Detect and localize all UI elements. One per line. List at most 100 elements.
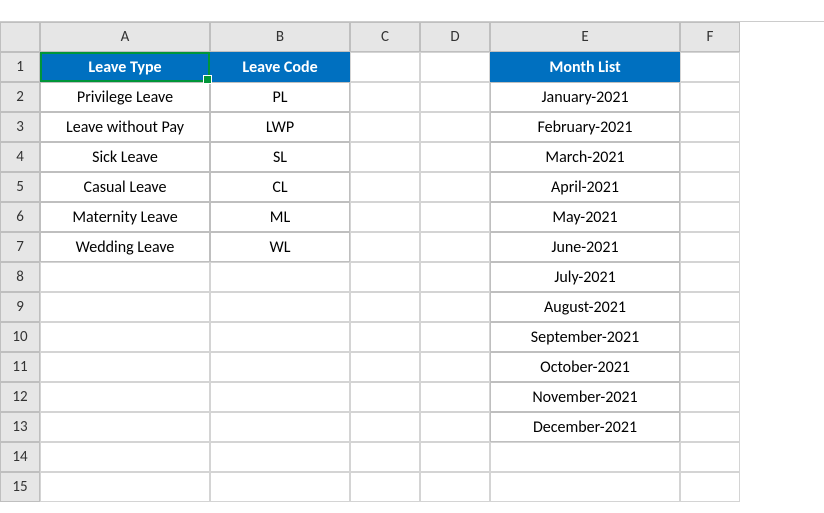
- cell-c14[interactable]: [350, 442, 420, 472]
- cell-f8[interactable]: [680, 262, 740, 292]
- cell-d2[interactable]: [420, 82, 490, 112]
- cell-d15[interactable]: [420, 472, 490, 502]
- row-header-2[interactable]: 2: [0, 82, 40, 112]
- cell-c11[interactable]: [350, 352, 420, 382]
- cell-e3[interactable]: February-2021: [490, 112, 680, 142]
- row-header-13[interactable]: 13: [0, 412, 40, 442]
- cell-d8[interactable]: [420, 262, 490, 292]
- cell-e1[interactable]: Month List: [490, 52, 680, 82]
- cell-c3[interactable]: [350, 112, 420, 142]
- cell-d3[interactable]: [420, 112, 490, 142]
- cell-c6[interactable]: [350, 202, 420, 232]
- cell-f12[interactable]: [680, 382, 740, 412]
- cell-c10[interactable]: [350, 322, 420, 352]
- cell-b12[interactable]: [210, 382, 350, 412]
- cell-f11[interactable]: [680, 352, 740, 382]
- cell-d7[interactable]: [420, 232, 490, 262]
- column-header-d[interactable]: D: [420, 22, 490, 52]
- cell-a12[interactable]: [40, 382, 210, 412]
- cell-f5[interactable]: [680, 172, 740, 202]
- row-header-15[interactable]: 15: [0, 472, 40, 502]
- cell-e4[interactable]: March-2021: [490, 142, 680, 172]
- cell-c7[interactable]: [350, 232, 420, 262]
- cell-a8[interactable]: [40, 262, 210, 292]
- cell-b15[interactable]: [210, 472, 350, 502]
- cell-e7[interactable]: June-2021: [490, 232, 680, 262]
- cell-f9[interactable]: [680, 292, 740, 322]
- cell-e15[interactable]: [490, 472, 680, 502]
- row-header-6[interactable]: 6: [0, 202, 40, 232]
- cell-e6[interactable]: May-2021: [490, 202, 680, 232]
- cell-d14[interactable]: [420, 442, 490, 472]
- cell-c1[interactable]: [350, 52, 420, 82]
- cell-f4[interactable]: [680, 142, 740, 172]
- cell-f15[interactable]: [680, 472, 740, 502]
- cell-e14[interactable]: [490, 442, 680, 472]
- cell-e10[interactable]: September-2021: [490, 322, 680, 352]
- cell-a11[interactable]: [40, 352, 210, 382]
- cell-d12[interactable]: [420, 382, 490, 412]
- cell-b3[interactable]: LWP: [210, 112, 350, 142]
- cell-c5[interactable]: [350, 172, 420, 202]
- cell-a2[interactable]: Privilege Leave: [40, 82, 210, 112]
- cell-c15[interactable]: [350, 472, 420, 502]
- cell-e5[interactable]: April-2021: [490, 172, 680, 202]
- row-header-12[interactable]: 12: [0, 382, 40, 412]
- cell-a3[interactable]: Leave without Pay: [40, 112, 210, 142]
- cell-d13[interactable]: [420, 412, 490, 442]
- cell-b1[interactable]: Leave Code: [210, 52, 350, 82]
- cell-c2[interactable]: [350, 82, 420, 112]
- cell-b8[interactable]: [210, 262, 350, 292]
- cell-a10[interactable]: [40, 322, 210, 352]
- row-header-7[interactable]: 7: [0, 232, 40, 262]
- row-header-9[interactable]: 9: [0, 292, 40, 322]
- cell-f3[interactable]: [680, 112, 740, 142]
- cell-a15[interactable]: [40, 472, 210, 502]
- cell-a1[interactable]: Leave Type: [40, 52, 210, 82]
- column-header-b[interactable]: B: [210, 22, 350, 52]
- cell-e13[interactable]: December-2021: [490, 412, 680, 442]
- formula-bar[interactable]: [0, 0, 824, 22]
- cell-d10[interactable]: [420, 322, 490, 352]
- cell-b9[interactable]: [210, 292, 350, 322]
- row-header-11[interactable]: 11: [0, 352, 40, 382]
- cell-b14[interactable]: [210, 442, 350, 472]
- cell-d1[interactable]: [420, 52, 490, 82]
- cell-e9[interactable]: August-2021: [490, 292, 680, 322]
- cell-f14[interactable]: [680, 442, 740, 472]
- cell-b6[interactable]: ML: [210, 202, 350, 232]
- row-header-14[interactable]: 14: [0, 442, 40, 472]
- cell-b2[interactable]: PL: [210, 82, 350, 112]
- cell-a5[interactable]: Casual Leave: [40, 172, 210, 202]
- cell-f1[interactable]: [680, 52, 740, 82]
- cell-d6[interactable]: [420, 202, 490, 232]
- row-header-5[interactable]: 5: [0, 172, 40, 202]
- column-header-e[interactable]: E: [490, 22, 680, 52]
- cell-c13[interactable]: [350, 412, 420, 442]
- cell-c4[interactable]: [350, 142, 420, 172]
- select-all-corner[interactable]: [0, 22, 40, 52]
- cell-a9[interactable]: [40, 292, 210, 322]
- cell-a7[interactable]: Wedding Leave: [40, 232, 210, 262]
- cell-a14[interactable]: [40, 442, 210, 472]
- cell-f2[interactable]: [680, 82, 740, 112]
- row-header-8[interactable]: 8: [0, 262, 40, 292]
- cell-b10[interactable]: [210, 322, 350, 352]
- row-header-3[interactable]: 3: [0, 112, 40, 142]
- cell-e2[interactable]: January-2021: [490, 82, 680, 112]
- cell-a13[interactable]: [40, 412, 210, 442]
- cell-b13[interactable]: [210, 412, 350, 442]
- cell-d4[interactable]: [420, 142, 490, 172]
- cell-f7[interactable]: [680, 232, 740, 262]
- cell-a6[interactable]: Maternity Leave: [40, 202, 210, 232]
- cell-e11[interactable]: October-2021: [490, 352, 680, 382]
- cell-a4[interactable]: Sick Leave: [40, 142, 210, 172]
- row-header-4[interactable]: 4: [0, 142, 40, 172]
- cell-b4[interactable]: SL: [210, 142, 350, 172]
- cell-b11[interactable]: [210, 352, 350, 382]
- cell-c8[interactable]: [350, 262, 420, 292]
- row-header-10[interactable]: 10: [0, 322, 40, 352]
- column-header-f[interactable]: F: [680, 22, 740, 52]
- cell-b5[interactable]: CL: [210, 172, 350, 202]
- cell-e8[interactable]: July-2021: [490, 262, 680, 292]
